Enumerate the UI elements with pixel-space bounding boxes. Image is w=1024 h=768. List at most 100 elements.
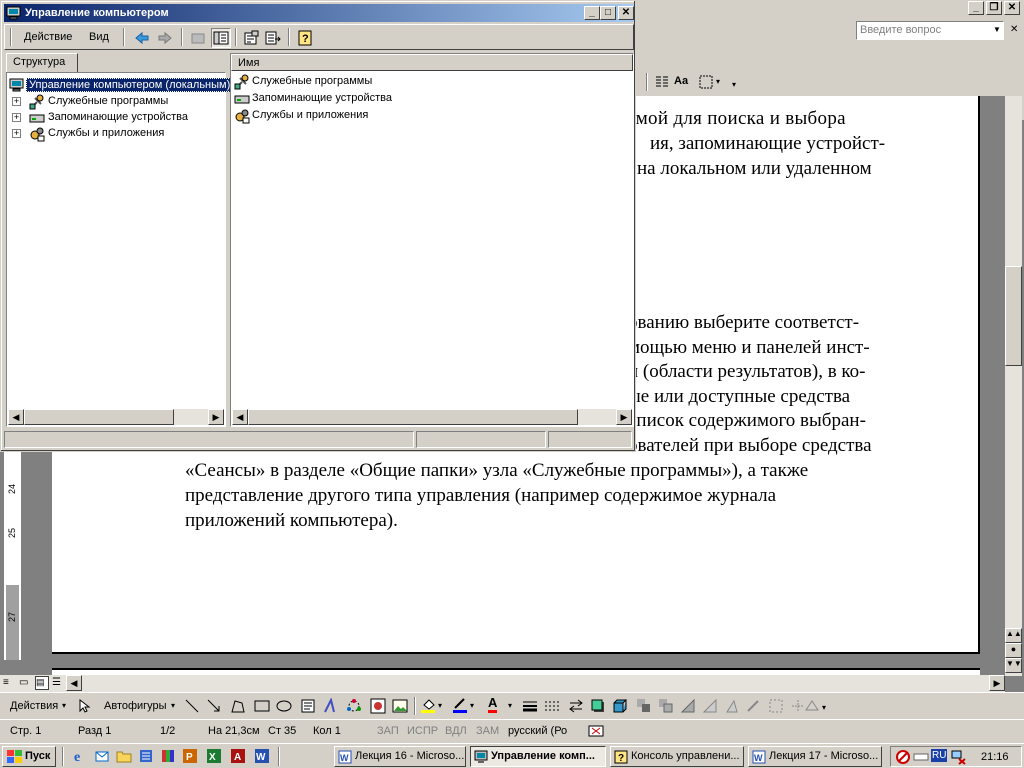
autoshapes-dropdown-icon[interactable]: ▾ xyxy=(171,701,175,710)
outline-view-icon[interactable]: ☰ xyxy=(52,677,61,688)
status-ovr[interactable]: ЗАМ xyxy=(476,725,499,737)
fill-color-icon[interactable] xyxy=(420,697,436,713)
tree-hscrollbar[interactable]: ◀ ▶ xyxy=(8,409,224,425)
outlook-express-icon[interactable] xyxy=(94,748,110,764)
border-dropdown-icon[interactable]: ▾ xyxy=(716,77,720,86)
excel-icon[interactable]: X xyxy=(206,748,222,764)
help-icon[interactable]: ? xyxy=(297,30,313,46)
clipart-icon[interactable] xyxy=(370,698,386,714)
tree-root[interactable]: Управление компьютером (локальным) xyxy=(7,77,234,93)
expand-icon[interactable]: + xyxy=(12,129,21,138)
scroll-right-button[interactable]: ▶ xyxy=(208,409,224,425)
ask-question-input[interactable]: Введите вопрос xyxy=(860,24,941,36)
align-icon[interactable] xyxy=(680,698,696,714)
forward-arrow-icon[interactable] xyxy=(157,30,173,46)
scroll-left-button[interactable]: ◀ xyxy=(232,409,248,425)
arrow-style-icon[interactable] xyxy=(568,698,584,714)
word-close-doc-icon[interactable]: ✕ xyxy=(1010,24,1018,35)
export-list-icon[interactable] xyxy=(265,30,281,46)
line-color-icon[interactable] xyxy=(452,697,468,713)
order-icon[interactable] xyxy=(636,698,652,714)
edit-points-icon[interactable] xyxy=(768,698,784,714)
menu-action[interactable]: Действие xyxy=(24,31,72,43)
up-level-icon[interactable] xyxy=(190,30,206,46)
expand-icon[interactable]: + xyxy=(12,113,21,122)
textbox-icon[interactable] xyxy=(300,698,316,714)
autoshapes-menu[interactable]: Автофигуры xyxy=(104,700,167,712)
arrow-icon[interactable] xyxy=(206,698,222,714)
font-color-icon[interactable]: A xyxy=(488,696,498,713)
task-management-console[interactable]: ? Консоль управлени... xyxy=(610,746,744,767)
shadow-style-icon[interactable] xyxy=(590,698,606,714)
rotate-icon[interactable] xyxy=(724,698,740,714)
ie-icon[interactable]: e xyxy=(72,748,88,764)
next-page-button[interactable]: ▼▼ xyxy=(1005,658,1022,673)
start-button[interactable]: Пуск xyxy=(2,746,56,767)
scroll-left-button[interactable]: ◀ xyxy=(8,409,24,425)
column-header-name[interactable]: Имя xyxy=(231,54,633,71)
scroll-thumb[interactable] xyxy=(24,409,174,425)
minimize-button[interactable]: _ xyxy=(584,6,600,20)
oval-icon[interactable] xyxy=(276,698,292,714)
wordart-icon[interactable] xyxy=(322,698,338,714)
antivirus-icon[interactable] xyxy=(895,749,911,765)
web-view-icon[interactable]: ▭ xyxy=(19,677,28,688)
list-hscrollbar[interactable]: ◀ ▶ xyxy=(232,409,632,425)
scroll-right-button[interactable]: ▶ xyxy=(616,409,632,425)
border-icon[interactable] xyxy=(698,74,714,90)
back-arrow-icon[interactable] xyxy=(134,30,150,46)
tab-structure[interactable]: Структура xyxy=(6,53,78,72)
access-icon[interactable]: A xyxy=(230,748,246,764)
dash-style-icon[interactable] xyxy=(544,698,560,714)
disconnected-network-icon[interactable] xyxy=(951,749,967,765)
status-ext[interactable]: ВДЛ xyxy=(445,725,467,737)
flip-icon[interactable] xyxy=(746,698,762,714)
word-restore-button[interactable]: ❐ xyxy=(986,1,1002,15)
actions-menu[interactable]: Действия xyxy=(10,700,58,712)
network-icon[interactable] xyxy=(913,751,929,763)
print-layout-icon[interactable]: ▤ xyxy=(35,676,49,690)
app-icon-books[interactable] xyxy=(160,748,176,764)
normal-view-icon[interactable]: ≡ xyxy=(3,677,9,688)
curve-icon[interactable] xyxy=(230,698,246,714)
prev-page-button[interactable]: ▲▲ xyxy=(1005,628,1022,643)
powerpoint-icon[interactable]: P xyxy=(182,748,198,764)
menu-view[interactable]: Вид xyxy=(89,31,109,43)
toolbar-more-icon[interactable]: ▾ xyxy=(732,80,736,89)
task-computer-management[interactable]: Управление комп... xyxy=(470,746,606,767)
draw-more-icon[interactable]: ▾ xyxy=(822,703,826,712)
language-indicator[interactable]: RU xyxy=(931,749,948,762)
nudge-icon[interactable] xyxy=(702,698,718,714)
scroll-thumb[interactable] xyxy=(1005,266,1022,366)
font-style-icon[interactable]: Aa xyxy=(674,75,688,87)
diagram-icon[interactable] xyxy=(346,698,362,714)
title-bar[interactable]: Управление компьютером _ □ ✕ xyxy=(4,4,634,22)
scroll-thumb[interactable] xyxy=(248,409,578,425)
task-lecture-16[interactable]: W Лекция 16 - Microso... xyxy=(334,746,466,767)
horizontal-scrollbar[interactable]: ≡ ▭ ▤ ☰ ◀ ▶ xyxy=(0,675,1005,692)
font-color-dropdown-icon[interactable]: ▾ xyxy=(508,701,512,710)
word-icon[interactable]: W xyxy=(254,748,270,764)
properties-icon[interactable] xyxy=(243,30,259,46)
3d-style-icon[interactable] xyxy=(612,698,628,714)
change-shape-icon[interactable] xyxy=(804,698,820,714)
folder-icon[interactable] xyxy=(116,748,132,764)
fill-color-dropdown-icon[interactable]: ▾ xyxy=(438,701,442,710)
actions-dropdown-icon[interactable]: ▾ xyxy=(62,701,66,710)
vertical-scrollbar[interactable]: ▲▲ ● ▼▼ xyxy=(1005,96,1022,676)
status-trk[interactable]: ИСПР xyxy=(407,725,438,737)
maximize-button[interactable]: □ xyxy=(600,6,616,20)
ask-question-box[interactable]: Введите вопрос ▼ xyxy=(856,21,1004,40)
word-close-button[interactable]: ✕ xyxy=(1004,1,1020,15)
line-icon[interactable] xyxy=(184,698,200,714)
select-browse-object-button[interactable]: ● xyxy=(1005,643,1022,658)
line-color-dropdown-icon[interactable]: ▾ xyxy=(470,701,474,710)
columns-icon[interactable] xyxy=(654,74,670,90)
spelling-status-icon[interactable] xyxy=(588,723,604,739)
rectangle-icon[interactable] xyxy=(254,698,270,714)
show-tree-button[interactable] xyxy=(211,28,231,48)
app-icon-blue[interactable] xyxy=(138,748,154,764)
picture-icon[interactable] xyxy=(392,698,408,714)
scroll-left-button[interactable]: ◀ xyxy=(66,675,82,691)
expand-icon[interactable]: + xyxy=(12,97,21,106)
